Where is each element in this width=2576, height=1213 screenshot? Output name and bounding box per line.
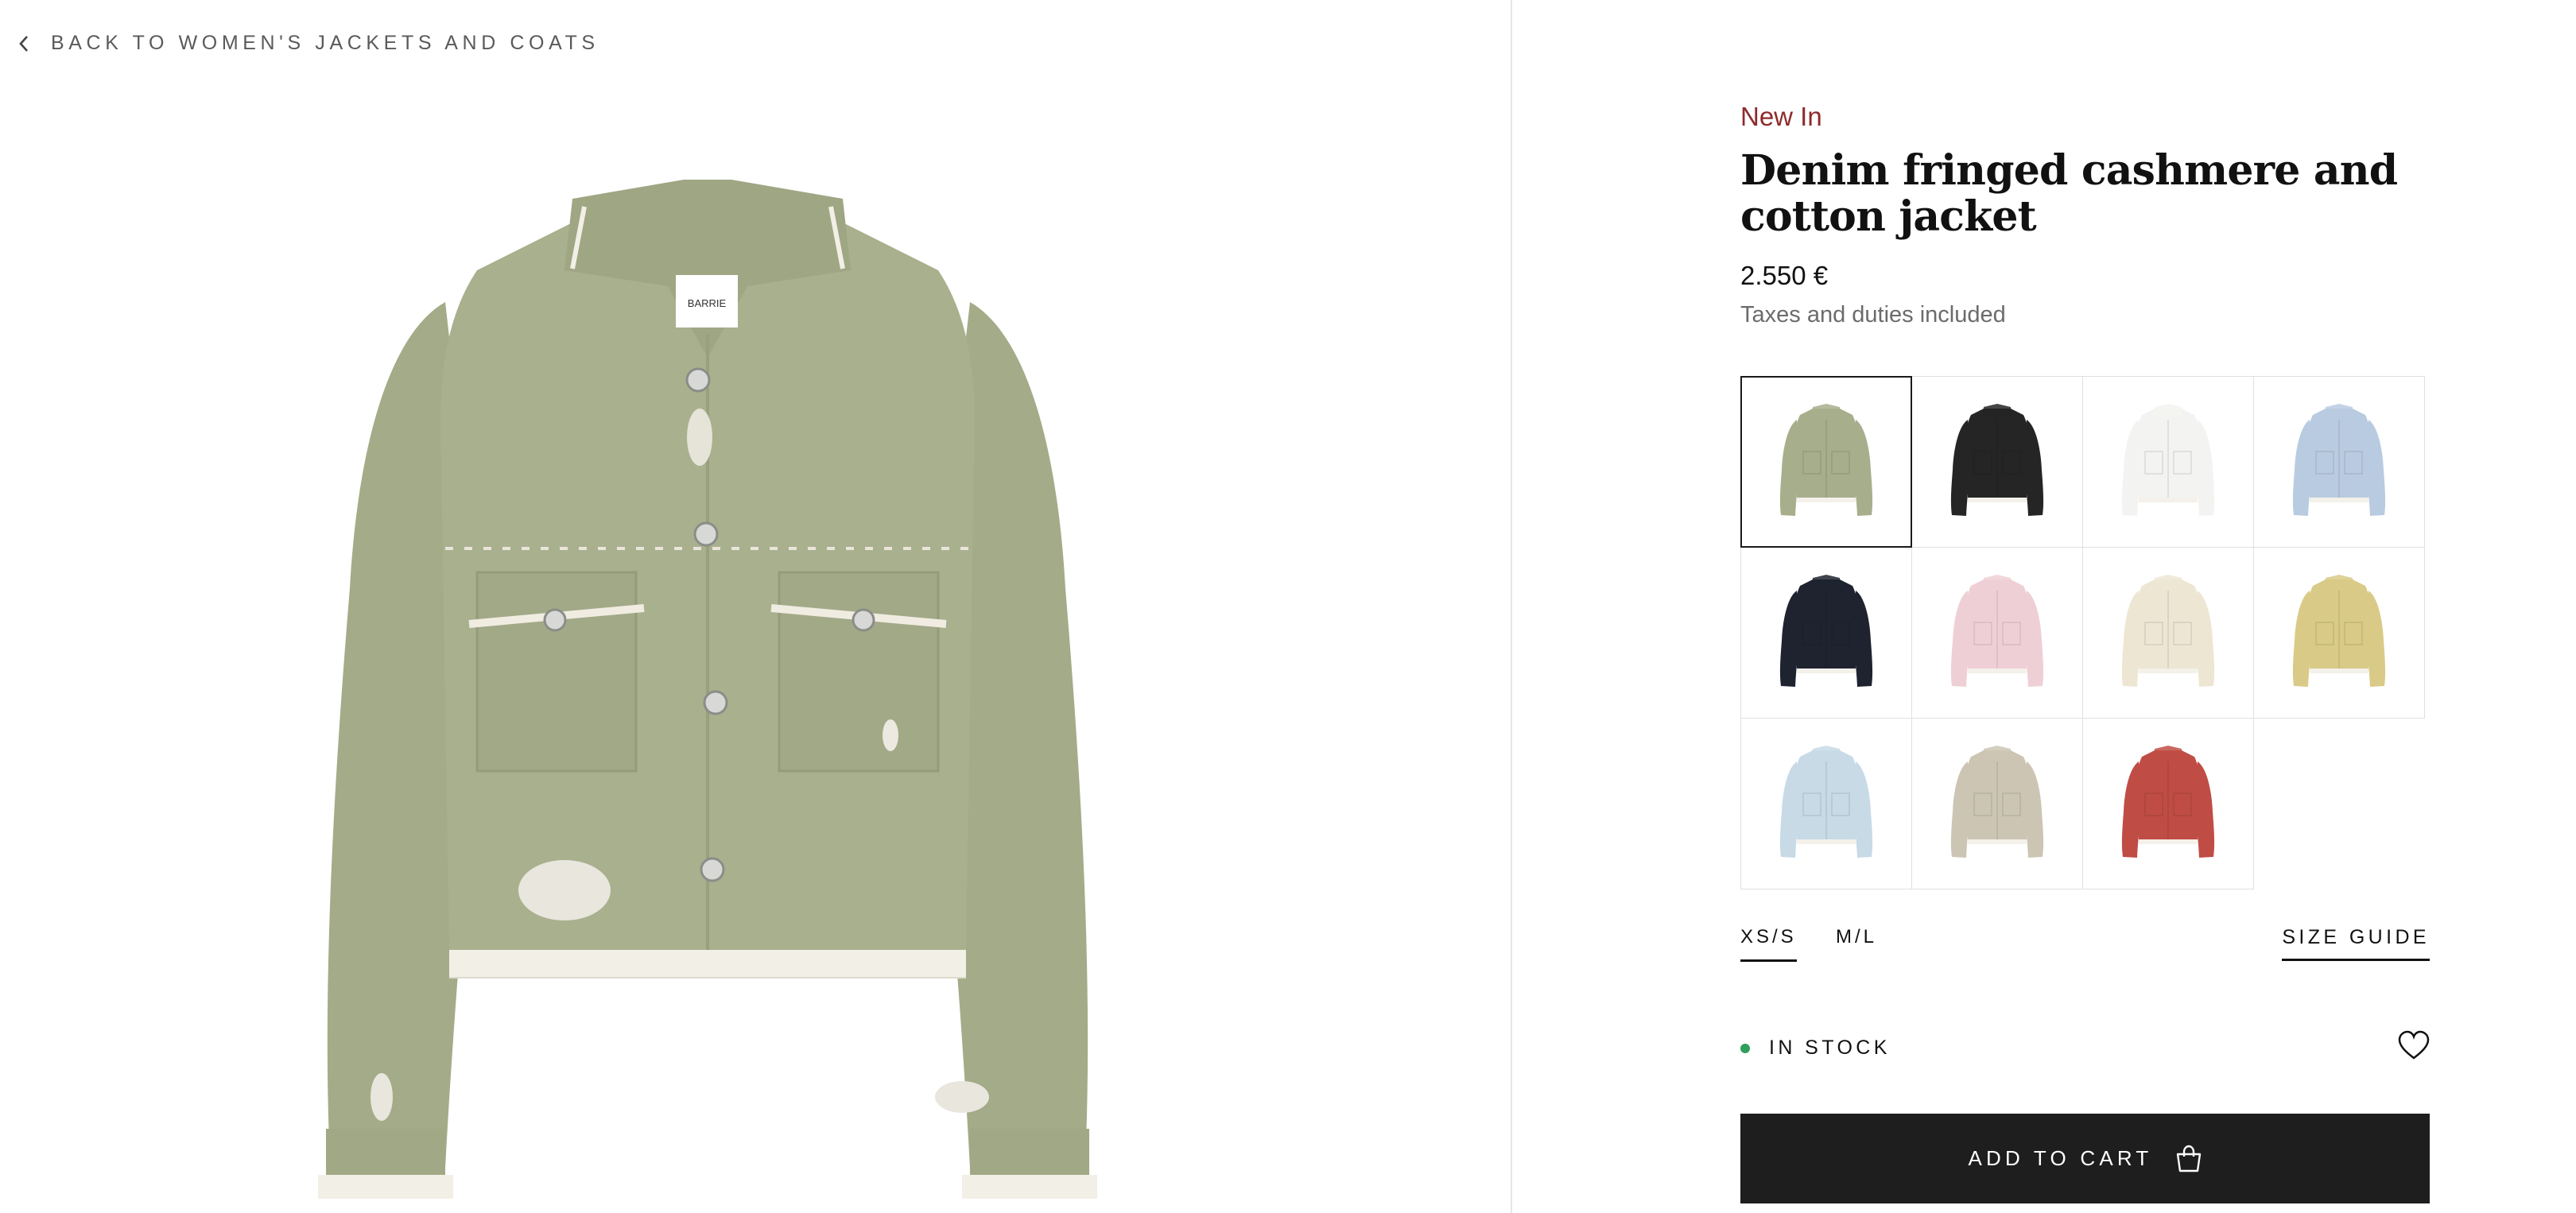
jacket-thumbnail-icon: [2121, 746, 2215, 858]
color-swatch[interactable]: [1911, 376, 2083, 548]
jacket-thumbnail-icon: [1950, 575, 2044, 687]
product-price: 2.550 €: [1740, 261, 1829, 290]
color-swatch[interactable]: [1740, 547, 1912, 719]
stock-status-label: IN STOCK: [1769, 1037, 1891, 1059]
jacket-thumbnail-icon: [1779, 404, 1873, 516]
color-swatch[interactable]: [2253, 547, 2425, 719]
back-link-label: BACK TO WOMEN'S JACKETS AND COATS: [51, 32, 599, 54]
jacket-thumbnail-icon: [1950, 746, 2044, 858]
chevron-left-icon: [19, 35, 28, 52]
jacket-thumbnail-icon: [1950, 404, 2044, 516]
color-swatch[interactable]: [2082, 547, 2254, 719]
stock-status-dot: [1740, 1043, 1750, 1053]
heart-icon[interactable]: [2398, 1030, 2430, 1062]
back-to-category-link[interactable]: BACK TO WOMEN'S JACKETS AND COATS: [17, 32, 599, 55]
jacket-thumbnail-icon: [2121, 575, 2215, 687]
size-guide-link[interactable]: SIZE GUIDE: [2282, 926, 2430, 961]
brand-tag-label: BARRIE: [688, 297, 727, 309]
shopping-bag-icon: [2176, 1145, 2201, 1172]
color-swatch-grid: [1740, 376, 2425, 889]
color-swatch[interactable]: [2082, 718, 2254, 889]
stock-status: IN STOCK: [1740, 1037, 1891, 1060]
color-swatch[interactable]: [1911, 547, 2083, 719]
jacket-thumbnail-icon: [2292, 404, 2386, 516]
product-main-image[interactable]: BARRIE: [302, 175, 1113, 1213]
size-option-xs-s[interactable]: XS/S: [1740, 926, 1797, 962]
new-in-badge: New In: [1740, 102, 1822, 131]
product-gallery: BACK TO WOMEN'S JACKETS AND COATS BARRIE: [0, 0, 1511, 1213]
add-to-cart-label: ADD TO CART: [1968, 1146, 2153, 1170]
color-swatch[interactable]: [2082, 376, 2254, 548]
color-swatch[interactable]: [2253, 376, 2425, 548]
add-to-cart-button[interactable]: ADD TO CART: [1740, 1114, 2430, 1203]
jacket-thumbnail-icon: [2121, 404, 2215, 516]
color-swatch[interactable]: [1740, 718, 1912, 889]
product-title: Denim fringed cashmere and cotton jacket: [1740, 146, 2398, 241]
jacket-thumbnail-icon: [2292, 575, 2386, 687]
tax-note: Taxes and duties included: [1740, 302, 2006, 327]
color-swatch[interactable]: [1911, 718, 2083, 889]
jacket-thumbnail-icon: [1779, 746, 1873, 858]
color-swatch[interactable]: [1740, 376, 1912, 548]
size-option-m-l[interactable]: M/L: [1836, 926, 1877, 959]
size-selector: XS/S M/L SIZE GUIDE: [1740, 926, 2430, 966]
jacket-thumbnail-icon: [1779, 575, 1873, 687]
product-details-pane: New In Denim fringed cashmere and cotton…: [1512, 0, 2576, 1213]
